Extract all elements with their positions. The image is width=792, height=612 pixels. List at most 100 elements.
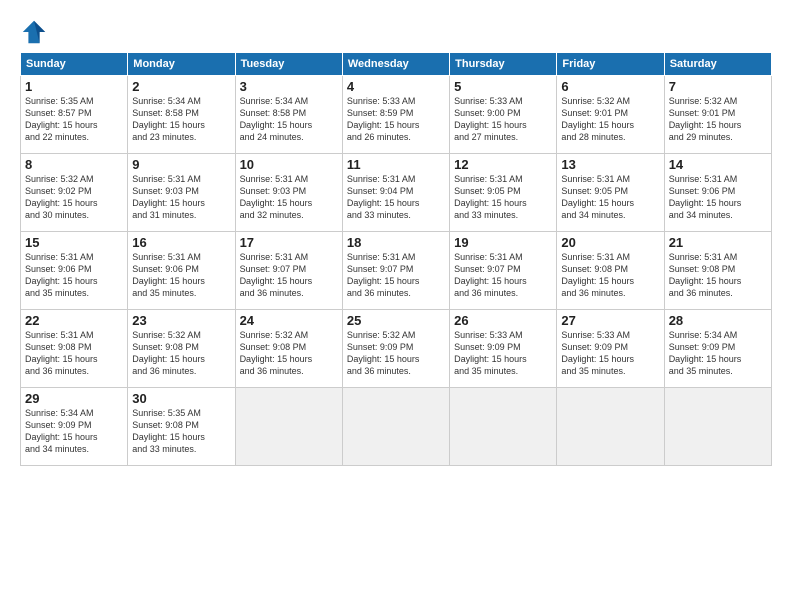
calendar-cell: 16Sunrise: 5:31 AMSunset: 9:06 PMDayligh… [128, 232, 235, 310]
day-number: 24 [240, 313, 338, 328]
day-number: 3 [240, 79, 338, 94]
day-number: 17 [240, 235, 338, 250]
day-number: 16 [132, 235, 230, 250]
calendar-cell [557, 388, 664, 466]
calendar-week-5: 29Sunrise: 5:34 AMSunset: 9:09 PMDayligh… [21, 388, 772, 466]
day-number: 22 [25, 313, 123, 328]
day-info: Sunrise: 5:32 AMSunset: 9:08 PMDaylight:… [132, 329, 230, 378]
calendar-cell: 28Sunrise: 5:34 AMSunset: 9:09 PMDayligh… [664, 310, 771, 388]
weekday-row: SundayMondayTuesdayWednesdayThursdayFrid… [21, 53, 772, 76]
weekday-header-sunday: Sunday [21, 53, 128, 76]
day-info: Sunrise: 5:32 AMSunset: 9:01 PMDaylight:… [669, 95, 767, 144]
day-number: 11 [347, 157, 445, 172]
day-number: 21 [669, 235, 767, 250]
day-info: Sunrise: 5:32 AMSunset: 9:02 PMDaylight:… [25, 173, 123, 222]
day-info: Sunrise: 5:34 AMSunset: 8:58 PMDaylight:… [132, 95, 230, 144]
day-number: 5 [454, 79, 552, 94]
day-info: Sunrise: 5:31 AMSunset: 9:05 PMDaylight:… [561, 173, 659, 222]
day-number: 9 [132, 157, 230, 172]
day-info: Sunrise: 5:31 AMSunset: 9:07 PMDaylight:… [454, 251, 552, 300]
header [20, 18, 772, 46]
weekday-header-wednesday: Wednesday [342, 53, 449, 76]
calendar-cell: 19Sunrise: 5:31 AMSunset: 9:07 PMDayligh… [450, 232, 557, 310]
calendar-cell [342, 388, 449, 466]
calendar-cell [235, 388, 342, 466]
calendar-cell: 18Sunrise: 5:31 AMSunset: 9:07 PMDayligh… [342, 232, 449, 310]
day-number: 13 [561, 157, 659, 172]
logo [20, 18, 52, 46]
day-number: 30 [132, 391, 230, 406]
page: SundayMondayTuesdayWednesdayThursdayFrid… [0, 0, 792, 612]
weekday-header-tuesday: Tuesday [235, 53, 342, 76]
calendar-cell: 23Sunrise: 5:32 AMSunset: 9:08 PMDayligh… [128, 310, 235, 388]
day-info: Sunrise: 5:31 AMSunset: 9:06 PMDaylight:… [132, 251, 230, 300]
day-info: Sunrise: 5:31 AMSunset: 9:07 PMDaylight:… [240, 251, 338, 300]
day-info: Sunrise: 5:33 AMSunset: 9:09 PMDaylight:… [561, 329, 659, 378]
calendar-cell: 27Sunrise: 5:33 AMSunset: 9:09 PMDayligh… [557, 310, 664, 388]
day-info: Sunrise: 5:31 AMSunset: 9:03 PMDaylight:… [240, 173, 338, 222]
calendar-cell [450, 388, 557, 466]
day-info: Sunrise: 5:31 AMSunset: 9:07 PMDaylight:… [347, 251, 445, 300]
day-number: 2 [132, 79, 230, 94]
day-info: Sunrise: 5:31 AMSunset: 9:08 PMDaylight:… [25, 329, 123, 378]
day-number: 6 [561, 79, 659, 94]
day-number: 20 [561, 235, 659, 250]
day-number: 15 [25, 235, 123, 250]
calendar-cell: 9Sunrise: 5:31 AMSunset: 9:03 PMDaylight… [128, 154, 235, 232]
calendar-cell: 7Sunrise: 5:32 AMSunset: 9:01 PMDaylight… [664, 76, 771, 154]
calendar-cell: 1Sunrise: 5:35 AMSunset: 8:57 PMDaylight… [21, 76, 128, 154]
calendar-cell: 13Sunrise: 5:31 AMSunset: 9:05 PMDayligh… [557, 154, 664, 232]
day-info: Sunrise: 5:35 AMSunset: 9:08 PMDaylight:… [132, 407, 230, 456]
calendar-cell: 10Sunrise: 5:31 AMSunset: 9:03 PMDayligh… [235, 154, 342, 232]
day-number: 4 [347, 79, 445, 94]
calendar-cell: 11Sunrise: 5:31 AMSunset: 9:04 PMDayligh… [342, 154, 449, 232]
day-info: Sunrise: 5:34 AMSunset: 9:09 PMDaylight:… [25, 407, 123, 456]
day-info: Sunrise: 5:31 AMSunset: 9:08 PMDaylight:… [561, 251, 659, 300]
calendar-cell: 29Sunrise: 5:34 AMSunset: 9:09 PMDayligh… [21, 388, 128, 466]
day-number: 12 [454, 157, 552, 172]
day-info: Sunrise: 5:32 AMSunset: 9:09 PMDaylight:… [347, 329, 445, 378]
calendar-cell: 12Sunrise: 5:31 AMSunset: 9:05 PMDayligh… [450, 154, 557, 232]
day-info: Sunrise: 5:31 AMSunset: 9:06 PMDaylight:… [25, 251, 123, 300]
calendar-cell: 24Sunrise: 5:32 AMSunset: 9:08 PMDayligh… [235, 310, 342, 388]
day-info: Sunrise: 5:34 AMSunset: 8:58 PMDaylight:… [240, 95, 338, 144]
calendar-cell: 4Sunrise: 5:33 AMSunset: 8:59 PMDaylight… [342, 76, 449, 154]
calendar-cell: 17Sunrise: 5:31 AMSunset: 9:07 PMDayligh… [235, 232, 342, 310]
day-number: 29 [25, 391, 123, 406]
calendar-week-2: 8Sunrise: 5:32 AMSunset: 9:02 PMDaylight… [21, 154, 772, 232]
calendar-header: SundayMondayTuesdayWednesdayThursdayFrid… [21, 53, 772, 76]
day-info: Sunrise: 5:31 AMSunset: 9:06 PMDaylight:… [669, 173, 767, 222]
day-number: 10 [240, 157, 338, 172]
calendar-cell: 30Sunrise: 5:35 AMSunset: 9:08 PMDayligh… [128, 388, 235, 466]
day-info: Sunrise: 5:31 AMSunset: 9:05 PMDaylight:… [454, 173, 552, 222]
day-number: 27 [561, 313, 659, 328]
day-info: Sunrise: 5:32 AMSunset: 9:01 PMDaylight:… [561, 95, 659, 144]
day-number: 7 [669, 79, 767, 94]
calendar-cell: 22Sunrise: 5:31 AMSunset: 9:08 PMDayligh… [21, 310, 128, 388]
weekday-header-monday: Monday [128, 53, 235, 76]
day-number: 28 [669, 313, 767, 328]
calendar-cell: 5Sunrise: 5:33 AMSunset: 9:00 PMDaylight… [450, 76, 557, 154]
calendar-cell: 3Sunrise: 5:34 AMSunset: 8:58 PMDaylight… [235, 76, 342, 154]
day-info: Sunrise: 5:31 AMSunset: 9:03 PMDaylight:… [132, 173, 230, 222]
weekday-header-saturday: Saturday [664, 53, 771, 76]
day-number: 1 [25, 79, 123, 94]
calendar-cell: 6Sunrise: 5:32 AMSunset: 9:01 PMDaylight… [557, 76, 664, 154]
day-number: 14 [669, 157, 767, 172]
weekday-header-friday: Friday [557, 53, 664, 76]
calendar-cell: 2Sunrise: 5:34 AMSunset: 8:58 PMDaylight… [128, 76, 235, 154]
day-number: 8 [25, 157, 123, 172]
day-number: 26 [454, 313, 552, 328]
calendar-cell: 20Sunrise: 5:31 AMSunset: 9:08 PMDayligh… [557, 232, 664, 310]
day-info: Sunrise: 5:32 AMSunset: 9:08 PMDaylight:… [240, 329, 338, 378]
day-info: Sunrise: 5:33 AMSunset: 9:09 PMDaylight:… [454, 329, 552, 378]
day-info: Sunrise: 5:33 AMSunset: 8:59 PMDaylight:… [347, 95, 445, 144]
day-info: Sunrise: 5:35 AMSunset: 8:57 PMDaylight:… [25, 95, 123, 144]
calendar-cell [664, 388, 771, 466]
day-number: 19 [454, 235, 552, 250]
calendar-week-4: 22Sunrise: 5:31 AMSunset: 9:08 PMDayligh… [21, 310, 772, 388]
weekday-header-thursday: Thursday [450, 53, 557, 76]
day-number: 23 [132, 313, 230, 328]
calendar-table: SundayMondayTuesdayWednesdayThursdayFrid… [20, 52, 772, 466]
logo-icon [20, 18, 48, 46]
